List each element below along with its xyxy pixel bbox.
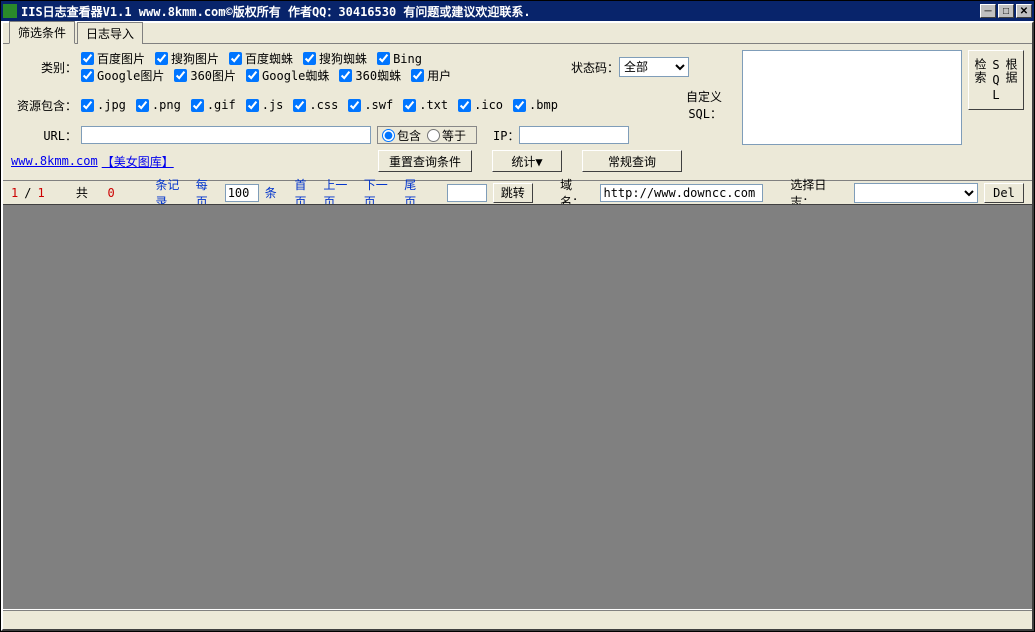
category-checkbox-4[interactable]: 用户 — [411, 67, 451, 84]
minimize-button[interactable]: ─ — [980, 4, 996, 18]
query-button[interactable]: 常规查询 — [582, 150, 682, 172]
link-site[interactable]: www.8kmm.com — [11, 154, 98, 168]
label-url: URL： — [11, 127, 77, 144]
status-select[interactable]: 全部 — [619, 57, 689, 77]
resource-checkbox-6[interactable]: .txt — [403, 98, 448, 112]
label-resource: 资源包含： — [11, 97, 77, 114]
label-status: 状态码： — [571, 59, 619, 76]
page-total: 1 — [37, 186, 44, 200]
resource-checkbox-2[interactable]: .gif — [191, 98, 236, 112]
del-button[interactable]: Del — [984, 183, 1024, 203]
app-window: IIS日志查看器V1.1 www.8kmm.com©版权所有 作者QQ：3041… — [0, 0, 1035, 632]
jump-input[interactable] — [447, 184, 487, 202]
jump-button[interactable]: 跳转 — [493, 183, 533, 203]
statusbar — [3, 609, 1032, 629]
app-icon — [3, 4, 17, 18]
resource-checkbox-0[interactable]: .jpg — [81, 98, 126, 112]
resource-checkbox-3[interactable]: .js — [246, 98, 284, 112]
record-count: 0 — [107, 186, 114, 200]
client-area: 筛选条件 日志导入 类别： 百度图片搜狗图片百度蜘蛛搜狗蜘蛛 Bing Googl… — [1, 21, 1034, 631]
category-checkbox-4[interactable]: Bing — [377, 50, 422, 67]
tabstrip: 筛选条件 日志导入 — [3, 23, 1032, 43]
label-category: 类别： — [11, 59, 77, 76]
titlebar: IIS日志查看器V1.1 www.8kmm.com©版权所有 作者QQ：3041… — [1, 1, 1034, 21]
label-customsql: 自定义 SQL： — [686, 88, 722, 122]
link-gallery[interactable]: 【美女图库】 — [102, 153, 174, 170]
category-checkbox-0[interactable]: 百度图片 — [81, 50, 145, 67]
title-text: IIS日志查看器V1.1 www.8kmm.com©版权所有 作者QQ：3041… — [21, 3, 531, 20]
log-select[interactable] — [854, 183, 978, 203]
resource-checkbox-8[interactable]: .bmp — [513, 98, 558, 112]
resource-checkbox-5[interactable]: .swf — [348, 98, 393, 112]
pager-bar: 1 / 1 共 0 条记录 每页 条 首页 上一页 下一页 尾页 跳转 域名： … — [3, 180, 1032, 204]
resource-checkbox-4[interactable]: .css — [293, 98, 338, 112]
stats-button[interactable]: 统计▼ — [492, 150, 562, 172]
category-checkbox-1[interactable]: 搜狗图片 — [155, 50, 219, 67]
tab-filter[interactable]: 筛选条件 — [9, 21, 75, 44]
domain-input[interactable] — [600, 184, 763, 202]
radio-equal[interactable]: 等于 — [427, 127, 466, 144]
category-checkbox-2[interactable]: 百度蜘蛛 — [229, 50, 293, 67]
category-checkbox-3[interactable]: 360蜘蛛 — [339, 67, 401, 84]
radio-contain[interactable]: 包含 — [382, 127, 421, 144]
page-current: 1 — [11, 186, 18, 200]
pagesize-input[interactable] — [225, 184, 259, 202]
match-mode: 包含 等于 — [377, 126, 477, 144]
category-checkbox-3[interactable]: 搜狗蜘蛛 — [303, 50, 367, 67]
category-checkbox-2[interactable]: Google蜘蛛 — [246, 67, 329, 84]
tab-import[interactable]: 日志导入 — [77, 22, 143, 44]
reset-button[interactable]: 重置查询条件 — [378, 150, 472, 172]
category-checkbox-1[interactable]: 360图片 — [174, 67, 236, 84]
label-ip: IP： — [493, 127, 519, 144]
resource-checkbox-7[interactable]: .ico — [458, 98, 503, 112]
filter-panel: 类别： 百度图片搜狗图片百度蜘蛛搜狗蜘蛛 Bing Google图片 360图片 Go… — [3, 43, 1032, 180]
url-input[interactable] — [81, 126, 371, 144]
close-button[interactable]: ✕ — [1016, 4, 1032, 18]
sql-textarea[interactable] — [742, 50, 962, 145]
sql-search-button[interactable]: 根据SQL检索 — [968, 50, 1024, 110]
result-grid — [3, 204, 1032, 609]
resource-checkbox-1[interactable]: .png — [136, 98, 181, 112]
category-checkbox-0[interactable]: Google图片 — [81, 67, 164, 84]
maximize-button[interactable]: □ — [998, 4, 1014, 18]
ip-input[interactable] — [519, 126, 629, 144]
